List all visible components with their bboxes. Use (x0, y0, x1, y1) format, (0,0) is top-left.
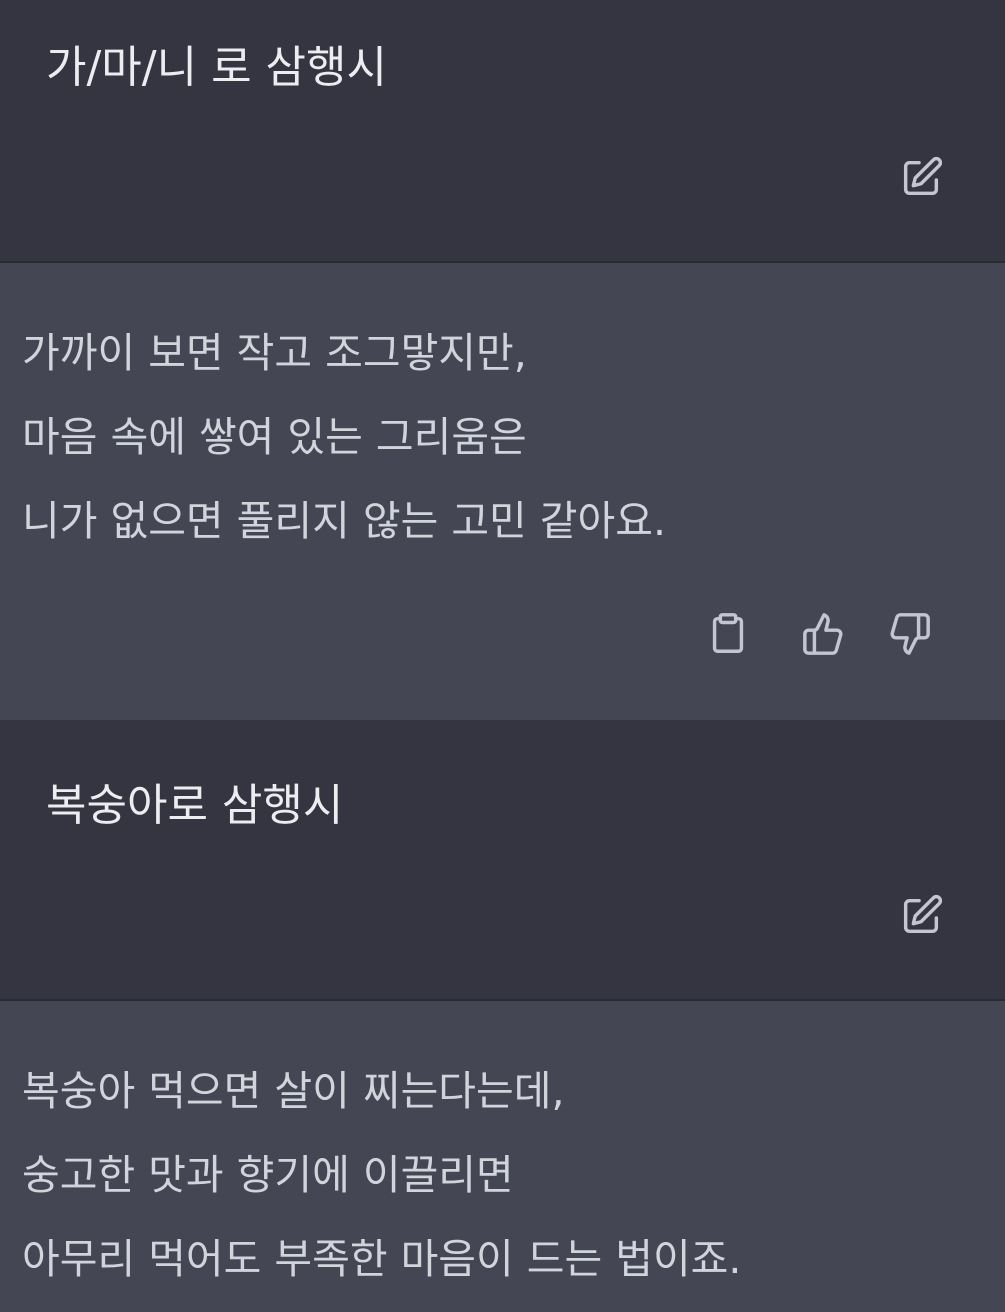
user-message: 복숭아로 삼행시 (0, 720, 1005, 1001)
response-line: 니가 없으면 풀리지 않는 고민 같아요. (22, 497, 666, 545)
thumbs-down-button[interactable] (881, 606, 937, 662)
copy-button[interactable] (700, 606, 756, 662)
user-prompt-text: 가/마/니 로 삼행시 (46, 42, 387, 93)
response-line: 숭고한 맛과 향기에 이끌리면 (22, 1151, 514, 1199)
clipboard-icon (712, 613, 744, 653)
thumbs-up-button[interactable] (796, 606, 852, 662)
response-line: 마음 속에 쌓여 있는 그리움은 (22, 413, 527, 461)
response-line: 가까이 보면 작고 조그맣지만, (22, 329, 527, 377)
edit-button[interactable] (895, 152, 947, 204)
thumbs-down-icon (890, 613, 930, 655)
response-line: 복숭아 먹으면 살이 찌는다는데, (22, 1067, 565, 1115)
edit-icon (903, 894, 943, 934)
assistant-message: 가까이 보면 작고 조그맣지만, 마음 속에 쌓여 있는 그리움은 니가 없으면… (0, 263, 1005, 720)
response-line: 아무리 먹어도 부족한 마음이 드는 법이죠. (22, 1235, 742, 1283)
assistant-message: 복숭아 먹으면 살이 찌는다는데, 숭고한 맛과 향기에 이끌리면 아무리 먹어… (0, 1001, 1005, 1312)
user-prompt-text: 복숭아로 삼행시 (46, 780, 344, 831)
edit-button[interactable] (895, 890, 947, 942)
user-message: 가/마/니 로 삼행시 (0, 0, 1005, 263)
edit-icon (903, 156, 943, 196)
thumbs-up-icon (803, 613, 843, 655)
chat-thread: 가/마/니 로 삼행시 가까이 보면 작고 조그맣지만, 마음 속에 쌓여 있는… (0, 0, 1005, 1312)
